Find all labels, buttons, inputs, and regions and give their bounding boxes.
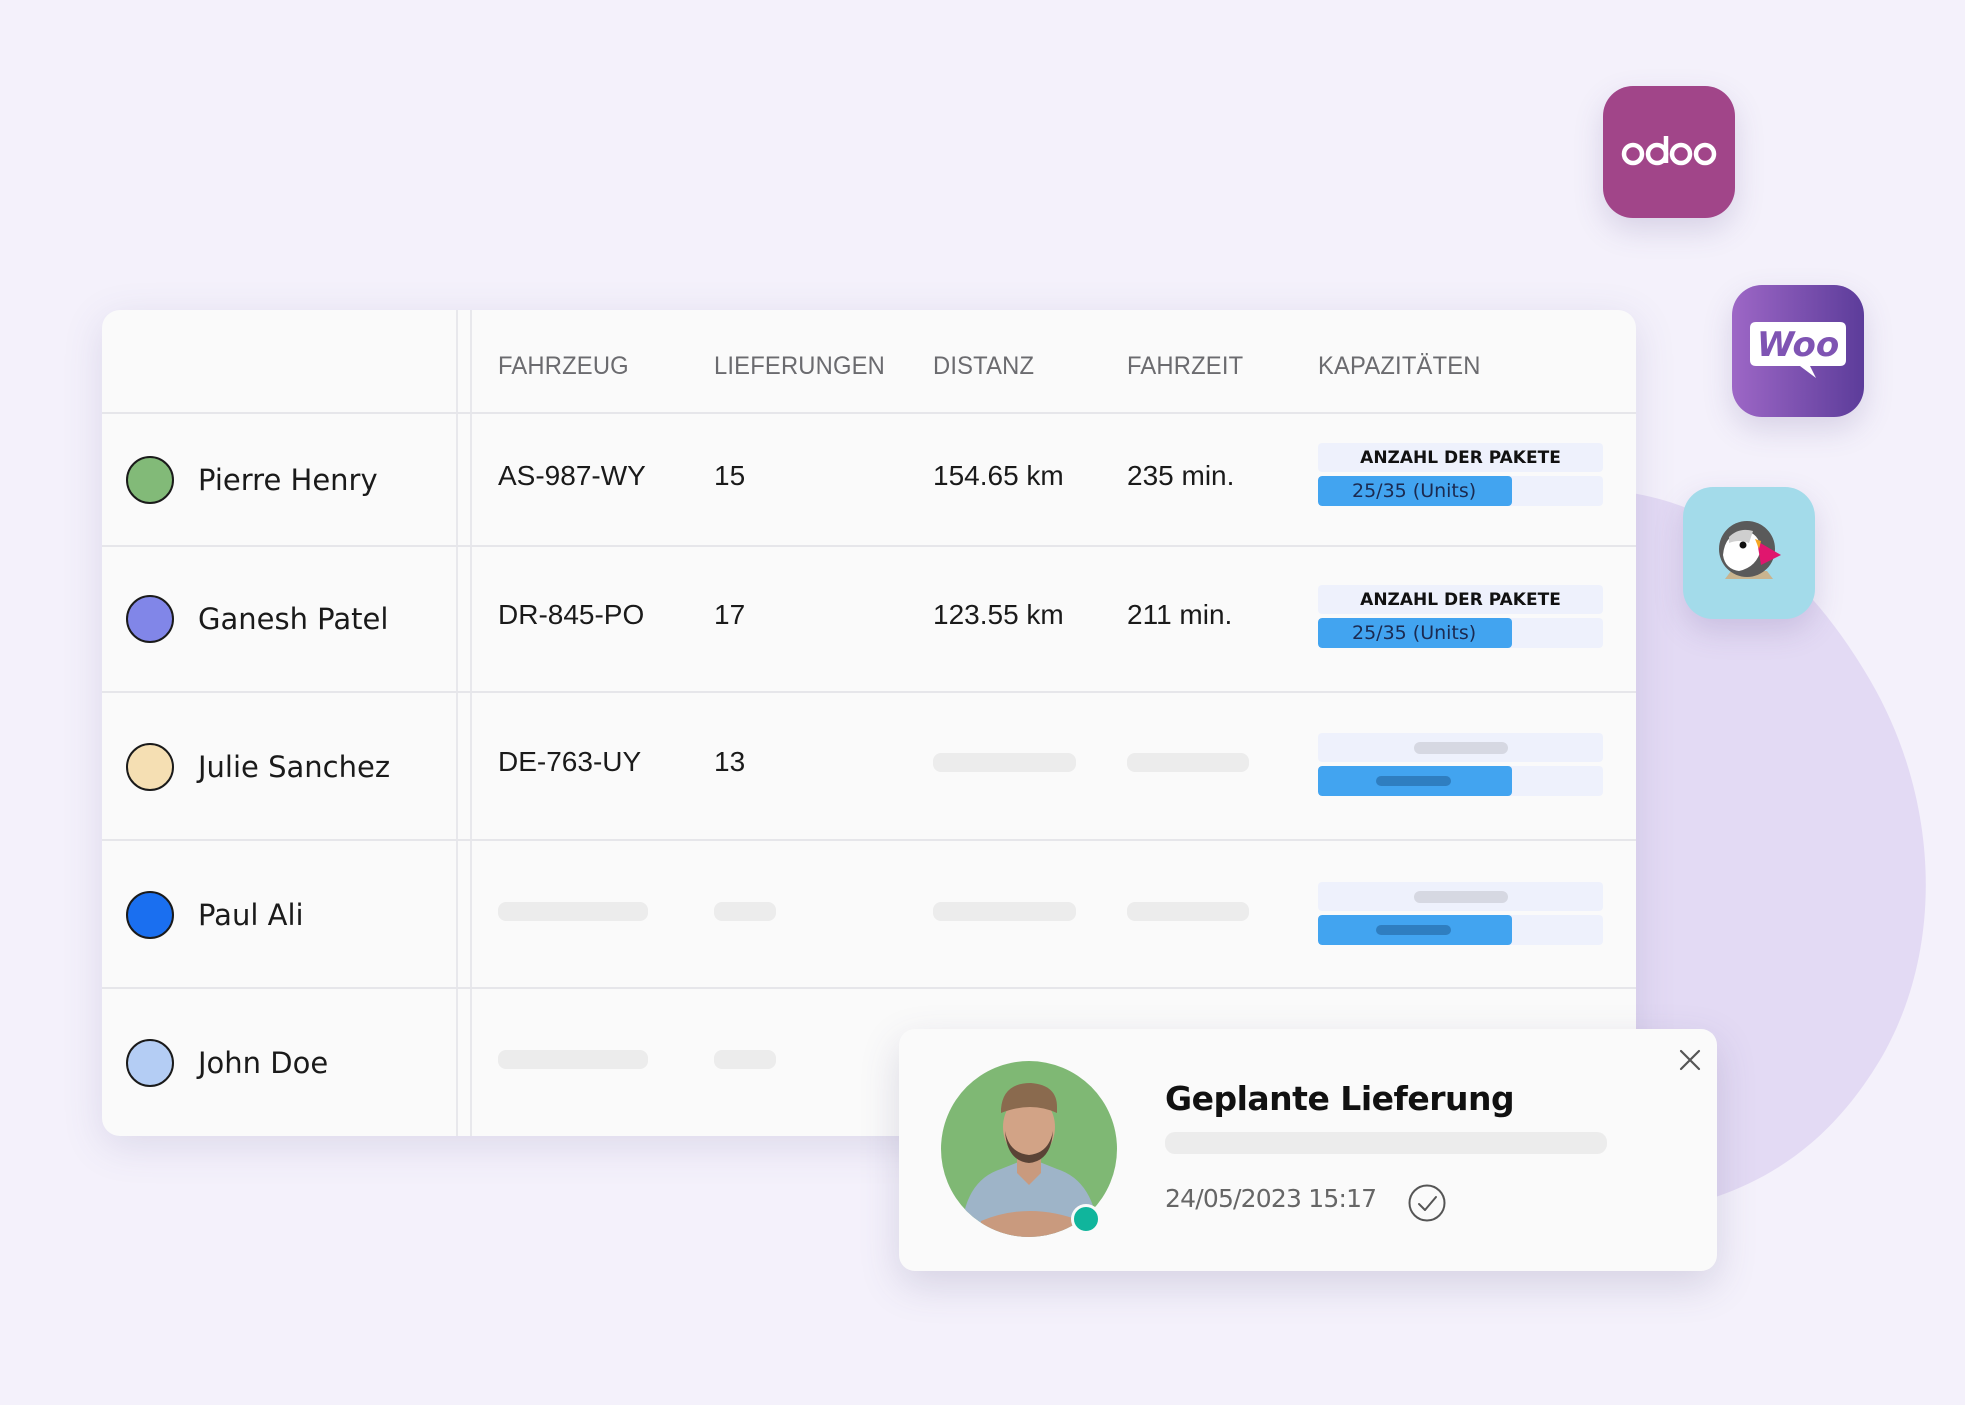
driver-name: Ganesh Patel xyxy=(198,602,389,636)
driver-cell: Pierre Henry xyxy=(126,456,378,504)
capacity-value: 25/35 (Units) xyxy=(1352,480,1477,502)
deliveries-skeleton xyxy=(714,1050,776,1069)
driver-name: Paul Ali xyxy=(198,898,304,932)
capacity-fill xyxy=(1318,766,1512,796)
driver-cell: Paul Ali xyxy=(126,891,304,939)
odoo-app-icon[interactable] xyxy=(1603,86,1735,218)
table-header: FAHRZEUG LIEFERUNGEN DISTANZ FAHRZEIT KA… xyxy=(102,310,1636,414)
capacity-value: 25/35 (Units) xyxy=(1352,622,1477,644)
capacity-skeleton xyxy=(1318,733,1603,796)
vehicle-plate: AS-987-WY xyxy=(498,460,646,491)
capacity-widget: ANZAHL DER PAKETE 25/35 (Units) xyxy=(1318,443,1603,506)
vehicle-skeleton xyxy=(498,902,648,921)
woocommerce-app-icon[interactable]: Woo xyxy=(1732,285,1864,417)
capacity-fill: 25/35 (Units) xyxy=(1318,618,1512,648)
driver-cell: Ganesh Patel xyxy=(126,595,388,643)
driver-color-dot xyxy=(126,1039,174,1087)
table-row[interactable]: Ganesh Patel DR-845-PO 17 123.55 km 211 … xyxy=(102,547,1636,693)
notification-title: Geplante Lieferung xyxy=(1165,1079,1515,1118)
vehicle-skeleton xyxy=(498,1050,648,1069)
odoo-logo-icon xyxy=(1621,136,1717,166)
prestashop-app-icon[interactable] xyxy=(1683,487,1815,619)
driver-name: Pierre Henry xyxy=(198,463,378,497)
delivery-count: 13 xyxy=(714,746,746,777)
header-drive-time[interactable]: FAHRZEIT xyxy=(1127,352,1243,381)
drive-time-value: 235 min. xyxy=(1127,460,1235,491)
distance-value: 123.55 km xyxy=(933,599,1064,630)
capacity-widget: ANZAHL DER PAKETE 25/35 (Units) xyxy=(1318,585,1603,648)
distance-skeleton xyxy=(933,753,1076,772)
delivery-count: 15 xyxy=(714,460,746,491)
check-circle-icon xyxy=(1408,1184,1446,1222)
svg-text:Woo: Woo xyxy=(1757,325,1839,365)
vehicle-plate: DR-845-PO xyxy=(498,599,645,630)
distance-skeleton xyxy=(933,902,1076,921)
driver-name: Julie Sanchez xyxy=(198,750,391,784)
notification-text-skeleton xyxy=(1165,1132,1607,1154)
capacity-fill: 25/35 (Units) xyxy=(1318,476,1512,506)
table-row[interactable]: Paul Ali xyxy=(102,841,1636,989)
drive-time-value: 211 min. xyxy=(1127,599,1233,630)
delivery-count: 17 xyxy=(714,599,746,630)
capacity-label: ANZAHL DER PAKETE xyxy=(1360,589,1561,610)
table-row[interactable]: Pierre Henry AS-987-WY 15 154.65 km 235 … xyxy=(102,414,1636,547)
capacity-bar: 25/35 (Units) xyxy=(1318,476,1603,506)
woo-logo-icon: Woo xyxy=(1750,322,1846,378)
capacity-skeleton xyxy=(1318,882,1603,945)
header-distance[interactable]: DISTANZ xyxy=(933,352,1034,381)
driver-name: John Doe xyxy=(198,1046,329,1080)
capacity-label-skeleton xyxy=(1413,741,1508,754)
notification-datetime: 24/05/2023 15:17 xyxy=(1165,1184,1377,1213)
driver-color-dot xyxy=(126,891,174,939)
online-status-indicator xyxy=(1071,1204,1101,1234)
close-icon[interactable] xyxy=(1679,1049,1701,1071)
driver-table: FAHRZEUG LIEFERUNGEN DISTANZ FAHRZEIT KA… xyxy=(102,310,1636,1136)
driver-cell: Julie Sanchez xyxy=(126,743,390,791)
capacity-label: ANZAHL DER PAKETE xyxy=(1360,447,1561,468)
driver-color-dot xyxy=(126,595,174,643)
capacity-bar: 25/35 (Units) xyxy=(1318,618,1603,648)
capacity-fill xyxy=(1318,915,1512,945)
driver-color-dot xyxy=(126,456,174,504)
vehicle-plate: DE-763-UY xyxy=(498,746,642,777)
delivery-notification: Geplante Lieferung 24/05/2023 15:17 xyxy=(899,1029,1717,1271)
puffin-logo-icon xyxy=(1719,521,1781,579)
header-capacities[interactable]: KAPAZITÄTEN xyxy=(1318,352,1481,381)
driver-color-dot xyxy=(126,743,174,791)
driver-cell: John Doe xyxy=(126,1039,328,1087)
distance-value: 154.65 km xyxy=(933,460,1064,491)
drive-time-skeleton xyxy=(1127,753,1249,772)
header-deliveries[interactable]: LIEFERUNGEN xyxy=(714,352,885,381)
table-row[interactable]: Julie Sanchez DE-763-UY 13 xyxy=(102,693,1636,841)
header-vehicle[interactable]: FAHRZEUG xyxy=(498,352,629,381)
drive-time-skeleton xyxy=(1127,902,1249,921)
capacity-label-skeleton xyxy=(1413,890,1508,903)
deliveries-skeleton xyxy=(714,902,776,921)
